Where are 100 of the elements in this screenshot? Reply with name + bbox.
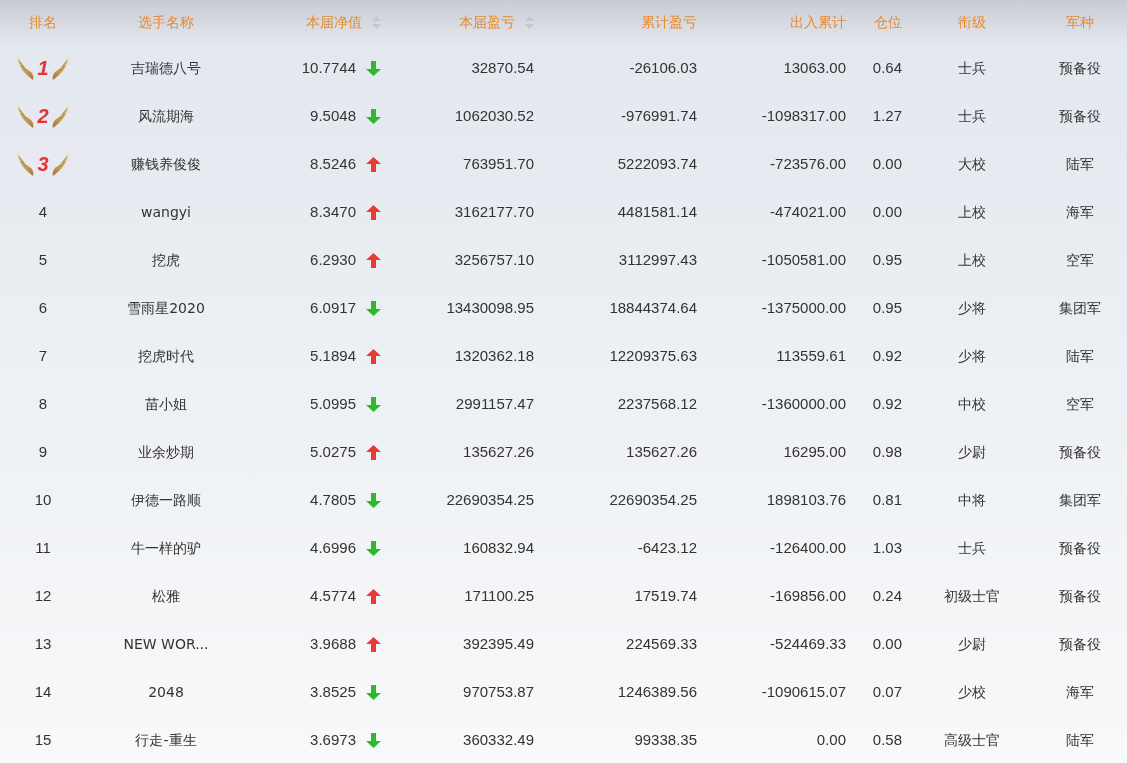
table-cell-text: 113559.61 (776, 345, 846, 366)
table-cell-text: 0.00 (872, 633, 902, 654)
table-cell-text: 预备役 (1058, 586, 1101, 606)
table-cell-text: 少将 (958, 346, 986, 366)
sort-icon[interactable] (525, 15, 534, 29)
table-cell-text: -6423.12 (637, 537, 697, 558)
table-cell-text: 392395.49 (463, 633, 534, 654)
table-cell-text: 5.0995 (310, 393, 356, 414)
table-cell-text: -26106.03 (629, 57, 697, 78)
table-cell-text: -1375000.00 (761, 297, 846, 318)
table-cell-text: 4.5774 (310, 585, 356, 606)
wing-icon (16, 151, 34, 177)
player-name[interactable]: 赚钱养俊俊 (131, 153, 201, 175)
player-name[interactable]: 2048 (148, 681, 184, 703)
table-cell-text: 上校 (958, 250, 986, 270)
player-name[interactable]: wangyi (141, 201, 191, 223)
table-cell-text: 5 (38, 249, 48, 270)
table-cell-text: 12209375.63 (609, 345, 697, 366)
table-cell-text: 171100.25 (464, 585, 534, 606)
table-cell-text: 空军 (1065, 394, 1094, 414)
player-name[interactable]: 吉瑞德八号 (131, 57, 201, 79)
table-cell-text: -474021.00 (770, 201, 846, 222)
column-header: 衔级 (958, 12, 986, 32)
table-cell-text: 6 (38, 297, 48, 318)
player-name[interactable]: NEW WOR... (123, 633, 209, 655)
table-cell-text: 6.0917 (310, 297, 356, 318)
table-cell-text: -1360000.00 (761, 393, 846, 414)
table-cell-text: 5222093.74 (617, 153, 697, 174)
wing-icon (52, 103, 70, 129)
table-cell-text: 360332.49 (463, 729, 534, 750)
table-cell-text: 0.07 (872, 681, 902, 702)
table-cell-text: 18844374.64 (609, 297, 697, 318)
table-cell-text: 士兵 (958, 538, 986, 558)
table-cell-text: 1.27 (872, 105, 902, 126)
table-cell-text: 3.8525 (310, 681, 356, 702)
table-cell-text: 7 (38, 345, 48, 366)
table-cell-text: 135627.26 (463, 441, 534, 462)
table-cell-text: 陆军 (1065, 346, 1094, 366)
table-cell-text: 12 (34, 585, 52, 606)
table-cell-text: 1062030.52 (454, 105, 534, 126)
rank-medal: 2 (16, 103, 70, 129)
table-cell-text: 9.5048 (310, 105, 356, 126)
player-name[interactable]: 风流期海 (138, 105, 194, 127)
table-cell-text: 初级士官 (944, 586, 1000, 606)
table-cell-text: 中将 (958, 490, 986, 510)
table-cell-text: 13 (34, 633, 52, 654)
table-cell-text: 3.6973 (310, 729, 356, 750)
table-cell-text: 224569.33 (626, 633, 697, 654)
column-header: 军种 (1065, 12, 1094, 32)
table-cell-text: 11 (35, 537, 51, 558)
table-cell-text: -1050581.00 (761, 249, 846, 270)
player-name[interactable]: 挖虎 (152, 249, 180, 271)
player-name[interactable]: 伊德一路顺 (131, 489, 201, 511)
table-cell-text: 135627.26 (626, 441, 697, 462)
table-cell-text: 22690354.25 (609, 489, 697, 510)
table-cell-text: 1246389.56 (617, 681, 697, 702)
table-cell-text: 8.5246 (310, 153, 356, 174)
table-cell-text: 预备役 (1058, 106, 1101, 126)
column-header: 排名 (29, 12, 57, 32)
table-cell-text: 少尉 (958, 442, 986, 462)
table-cell-text: 0.95 (872, 297, 902, 318)
table-cell-text: 4.7805 (310, 489, 356, 510)
table-cell-text: 0.00 (816, 729, 846, 750)
player-name[interactable]: 雪雨星2020 (127, 297, 205, 319)
table-cell-text: 陆军 (1065, 154, 1094, 174)
table-cell-text: 0.00 (872, 201, 902, 222)
table-cell-text: 8 (38, 393, 48, 414)
player-name[interactable]: 苗小姐 (145, 393, 187, 415)
table-cell-text: 13430098.95 (446, 297, 534, 318)
table-cell-text: 1320362.18 (454, 345, 534, 366)
player-name[interactable]: 挖虎时代 (138, 345, 194, 367)
table-cell-text: 5.0275 (310, 441, 356, 462)
table-cell-text: 陆军 (1065, 730, 1094, 750)
table-cell-text: 10 (34, 489, 52, 510)
table-cell-text: 集团军 (1058, 490, 1101, 510)
table-cell-text: 0.95 (872, 249, 902, 270)
player-name[interactable]: 行走-重生 (135, 729, 197, 751)
wing-icon (52, 151, 70, 177)
table-cell-text: 6.2930 (310, 249, 356, 270)
table-cell-text: 0.81 (872, 489, 902, 510)
table-cell-text: -1090615.07 (761, 681, 846, 702)
table-cell-text: 大校 (958, 154, 986, 174)
table-cell-text: 4481581.14 (617, 201, 697, 222)
table-cell-text: 3.9688 (310, 633, 356, 654)
wing-icon (52, 55, 70, 81)
table-cell-text: 预备役 (1058, 442, 1101, 462)
table-cell-text: -723576.00 (770, 153, 846, 174)
table-cell-text: 少校 (958, 682, 986, 702)
table-cell-text: -169856.00 (770, 585, 846, 606)
table-cell-text: 中校 (958, 394, 986, 414)
table-cell-text: 763951.70 (463, 153, 534, 174)
player-name[interactable]: 业余炒期 (138, 441, 194, 463)
table-cell-text: -976991.74 (621, 105, 697, 126)
table-cell-text: 0.58 (872, 729, 902, 750)
player-name[interactable]: 松雅 (152, 585, 180, 607)
table-cell-text: 1.03 (872, 537, 902, 558)
table-cell-text: 2991157.47 (455, 393, 534, 414)
table-cell-text: 4.6996 (310, 537, 356, 558)
player-name[interactable]: 牛一样的驴 (131, 537, 201, 559)
sort-icon[interactable] (372, 15, 381, 29)
